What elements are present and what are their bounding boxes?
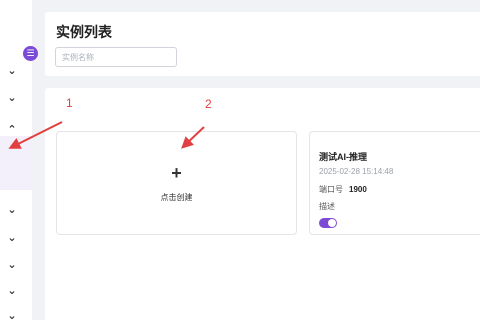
- chevron-down-icon[interactable]: ⌄: [6, 259, 18, 271]
- instance-card[interactable]: 测试AI-推理 2025-02-28 15:14:48 端口号 1900 描述: [309, 131, 480, 235]
- instance-port: 端口号 1900: [319, 184, 367, 195]
- create-label: 点击创建: [160, 193, 193, 202]
- plus-icon: +: [171, 163, 182, 183]
- chevron-down-icon[interactable]: ⌄: [6, 92, 18, 104]
- chevron-up-icon[interactable]: ⌃: [6, 124, 18, 136]
- chevron-down-icon[interactable]: ⌄: [6, 285, 18, 297]
- port-value: 1900: [349, 185, 367, 194]
- port-label: 端口号: [319, 185, 343, 194]
- sidebar-active-item[interactable]: [0, 136, 32, 190]
- annotation-number-2: 2: [205, 97, 212, 111]
- instance-desc-label: 描述: [319, 202, 335, 211]
- page-title: 实例列表: [56, 24, 112, 40]
- toggle-knob: [328, 219, 336, 227]
- list-collapse-icon[interactable]: ☰: [23, 46, 38, 61]
- chevron-down-icon[interactable]: ⌄: [6, 65, 18, 77]
- header-card: 实例列表: [45, 12, 480, 76]
- instance-created-at: 2025-02-28 15:14:48: [319, 167, 394, 176]
- create-instance-card[interactable]: + 点击创建: [56, 131, 297, 235]
- chevron-down-icon[interactable]: ⌄: [6, 232, 18, 244]
- annotation-number-1: 1: [66, 96, 73, 110]
- chevron-down-icon[interactable]: ⌄: [6, 204, 18, 216]
- search-input[interactable]: [55, 47, 177, 67]
- instance-enabled-toggle[interactable]: [319, 218, 337, 228]
- instance-name: 测试AI-推理: [319, 152, 367, 162]
- chevron-down-icon[interactable]: ⌄: [6, 310, 18, 320]
